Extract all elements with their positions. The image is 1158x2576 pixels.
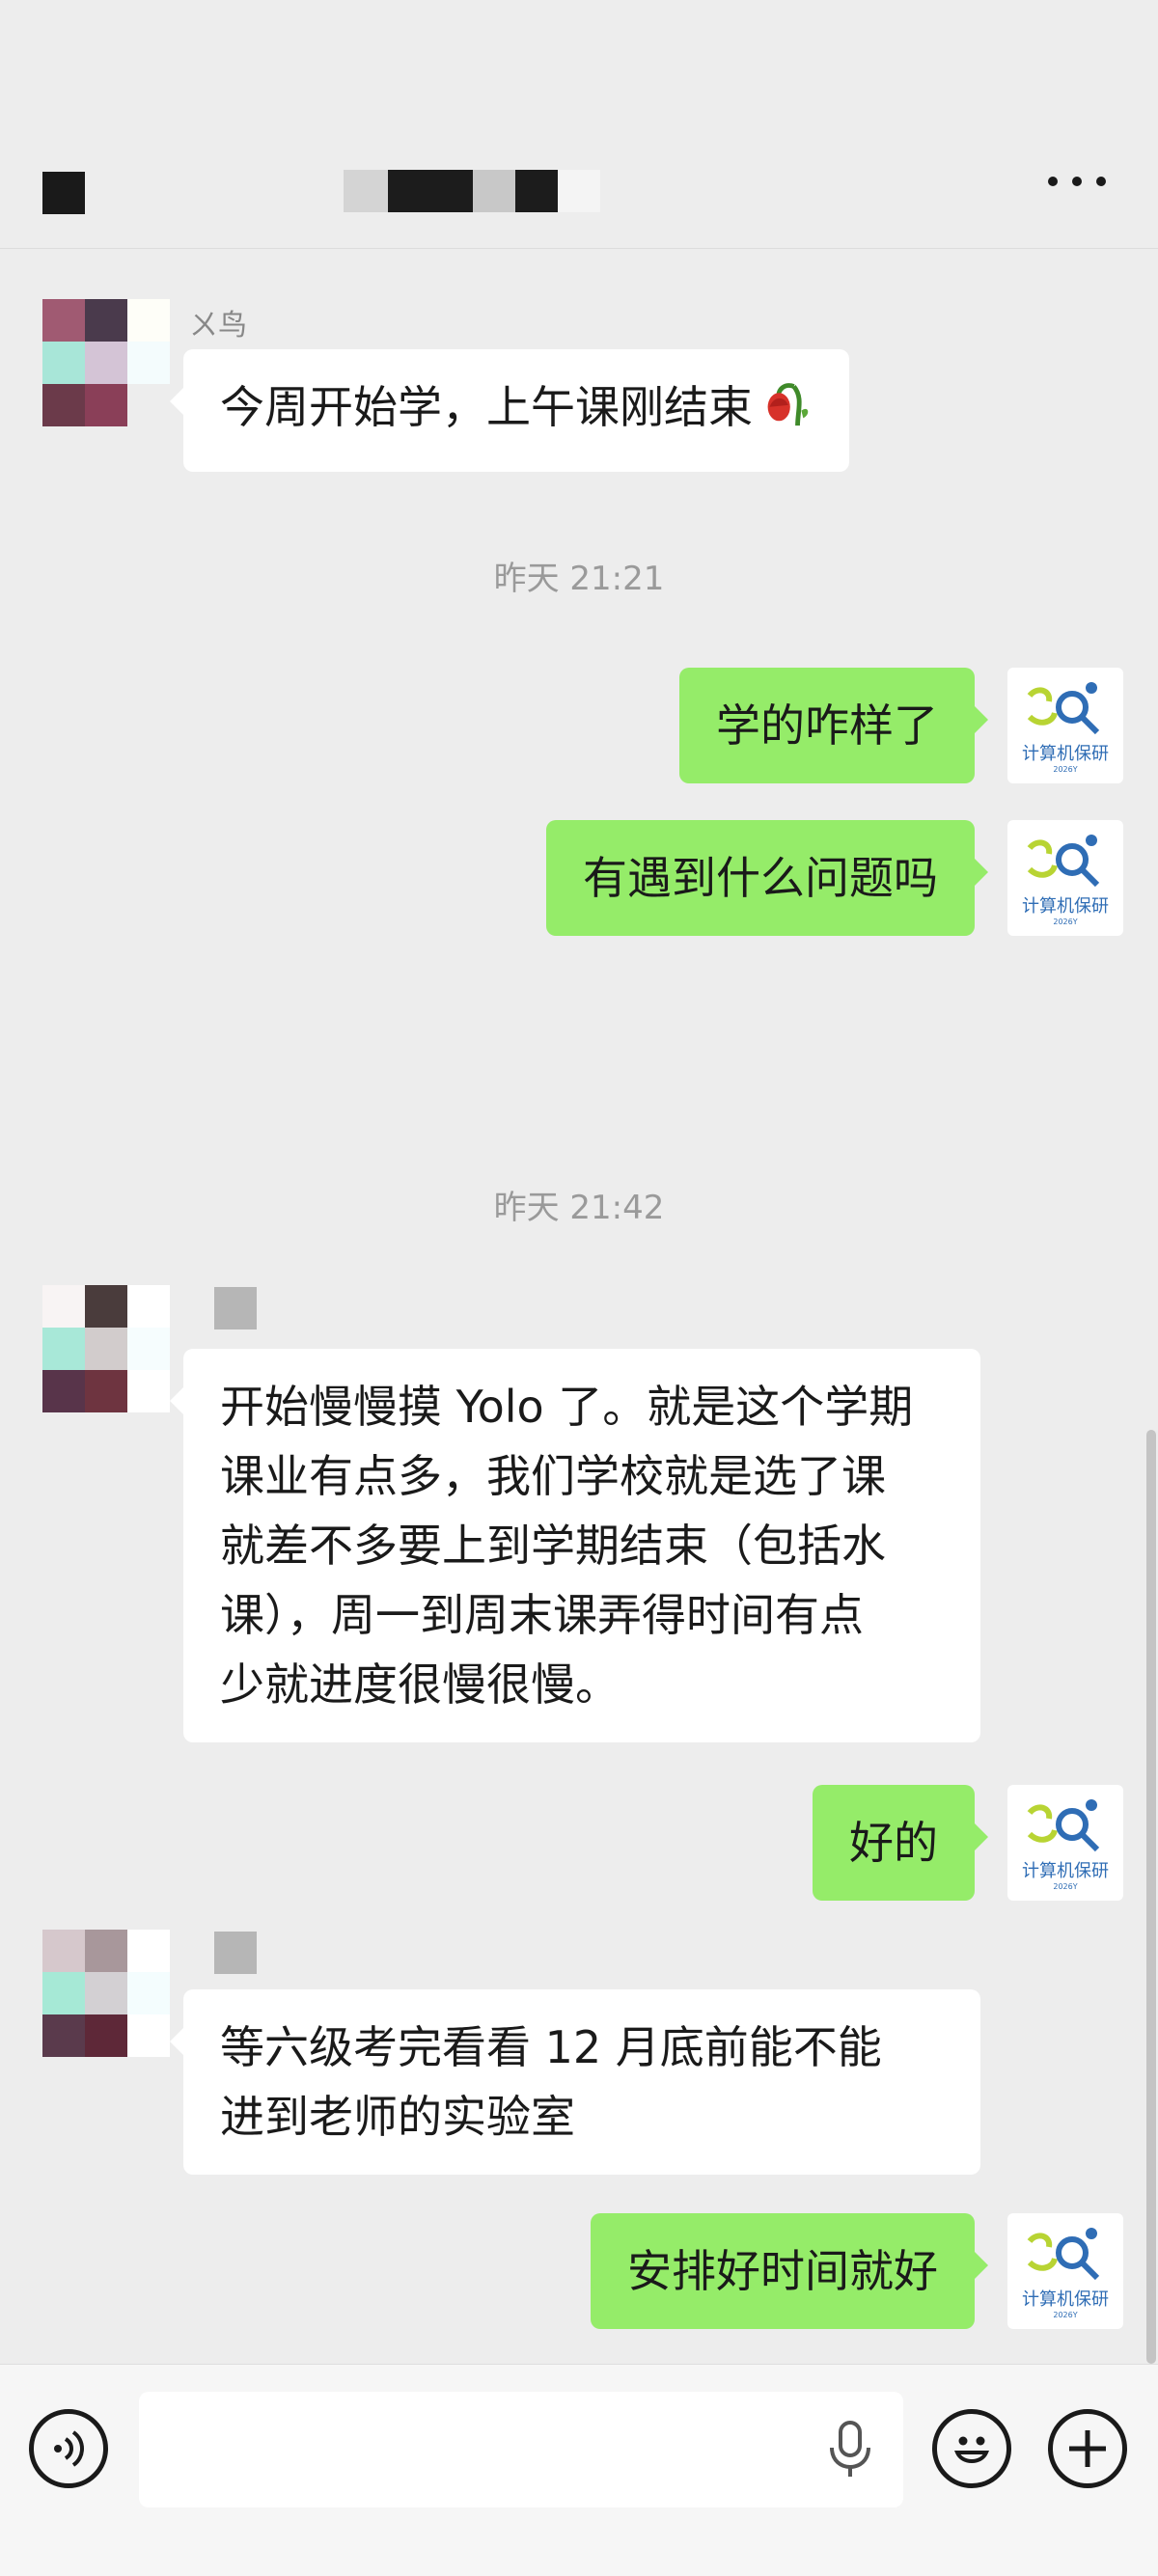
chat-header [0, 0, 1158, 249]
message-text: 今周开始学，上午课刚结束 [220, 381, 753, 433]
logo-year: 2026Y [1053, 1881, 1078, 1891]
logo-year: 2026Y [1053, 2310, 1078, 2319]
logo-icon [1027, 1798, 1100, 1851]
message-bubble[interactable]: 安排好时间就好 [591, 2213, 988, 2329]
chat-title-masked [344, 170, 600, 212]
back-icon[interactable] [42, 172, 85, 214]
voice-icon[interactable] [29, 2409, 108, 2488]
logo-text: 计算机保研 [1022, 1860, 1109, 1881]
message-text: 学的咋样了 [716, 699, 938, 752]
mic-icon[interactable] [826, 2419, 874, 2480]
message-text: 好的 [849, 1817, 938, 1869]
message-line: 少就进度很慢很慢。 [220, 1658, 620, 1711]
more-dots-icon[interactable] [1048, 170, 1106, 193]
message-bubble[interactable]: 开始慢慢摸 Yolo 了。就是这个学期 课业有点多，我们学校就是选了课 就差不多… [170, 1349, 980, 1742]
avatar[interactable] [42, 1285, 170, 1412]
sender-name: ㄨ鸟 [189, 309, 247, 343]
message-bubble[interactable]: 有遇到什么问题吗 [546, 820, 988, 936]
logo-icon [1027, 681, 1100, 734]
logo-text: 计算机保研 [1022, 895, 1109, 917]
message-line: 进到老师的实验室 [220, 2091, 575, 2143]
message-line: 就差不多要上到学期结束（包括水 [220, 1520, 886, 1572]
logo-icon [1027, 834, 1100, 887]
plus-icon[interactable] [1048, 2409, 1127, 2488]
chat-area[interactable]: ㄨ鸟 今周开始学，上午课刚结束 昨天 21:21 学的咋样了 计算机保研 202… [0, 249, 1158, 2364]
avatar[interactable] [42, 1930, 170, 2057]
sender-name-masked [214, 1287, 257, 1329]
timestamp: 昨天 21:42 [493, 1189, 665, 1227]
message-line: 开始慢慢摸 Yolo 了。就是这个学期 [220, 1381, 914, 1433]
message-line: 课），周一到周末课弄得时间有点 [220, 1589, 864, 1641]
message-text: 有遇到什么问题吗 [583, 852, 938, 904]
timestamp: 昨天 21:21 [493, 560, 665, 598]
logo-text: 计算机保研 [1022, 2288, 1109, 2310]
message-line: 等六级考完看看 12 月底前能不能 [220, 2021, 882, 2073]
logo-year: 2026Y [1053, 764, 1078, 774]
avatar[interactable] [42, 299, 170, 426]
logo-text: 计算机保研 [1022, 743, 1109, 764]
logo-icon [1027, 2227, 1100, 2280]
my-avatar[interactable]: 计算机保研 2026Y [1007, 820, 1123, 936]
my-avatar[interactable]: 计算机保研 2026Y [1007, 2213, 1123, 2329]
wilted-flower-emoji [757, 373, 813, 449]
sender-name-masked [214, 1932, 257, 1974]
message-text: 安排好时间就好 [627, 2245, 938, 2297]
emoji-icon[interactable] [932, 2409, 1011, 2488]
message-line: 课业有点多，我们学校就是选了课 [220, 1450, 886, 1502]
my-avatar[interactable]: 计算机保研 2026Y [1007, 1785, 1123, 1901]
input-bar [0, 2364, 1158, 2576]
logo-year: 2026Y [1053, 917, 1078, 926]
message-bubble[interactable]: 学的咋样了 [679, 668, 988, 783]
message-bubble[interactable]: 等六级考完看看 12 月底前能不能 进到老师的实验室 [170, 1989, 980, 2175]
message-bubble[interactable]: 好的 [813, 1785, 988, 1901]
message-bubble[interactable]: 今周开始学，上午课刚结束 [170, 349, 849, 472]
message-input[interactable] [139, 2392, 903, 2507]
my-avatar[interactable]: 计算机保研 2026Y [1007, 668, 1123, 783]
scrollbar[interactable] [1146, 1430, 1156, 2364]
